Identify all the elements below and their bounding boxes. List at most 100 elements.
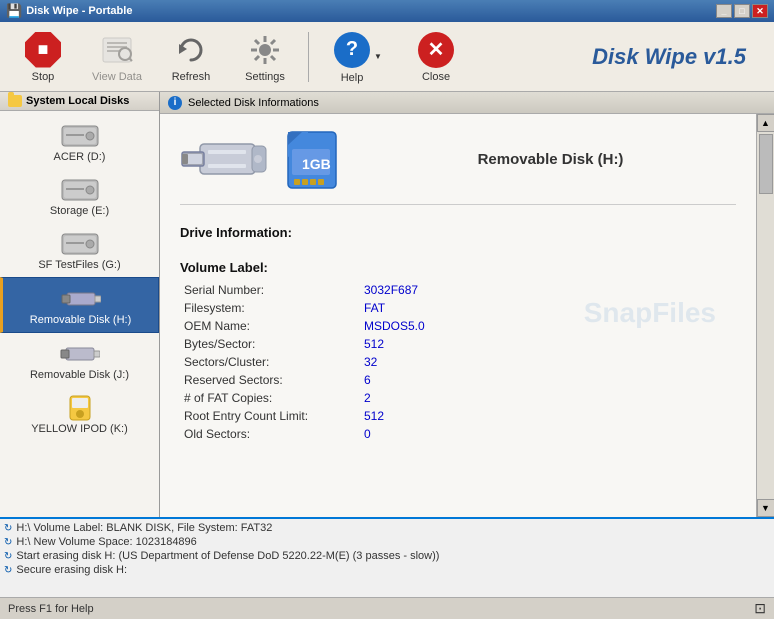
- close-icon: ✕: [418, 32, 454, 68]
- help-label: Help: [341, 72, 364, 84]
- disk-icon-sftestfiles: [60, 229, 100, 259]
- info-field-value: MSDOS5.0: [360, 317, 736, 335]
- usb-drive-visual: [180, 124, 270, 194]
- info-table-row: Serial Number:3032F687: [180, 281, 736, 299]
- log-icon: ↻: [4, 537, 12, 548]
- status-bar: Press F1 for Help ⊡: [0, 597, 774, 619]
- stop-button[interactable]: ■ Stop: [8, 26, 78, 88]
- disk-item-sftestfiles[interactable]: SF TestFiles (G:): [0, 223, 159, 277]
- panel-body: 1GB Removable Disk (H:) SnapFiles: [160, 114, 774, 517]
- view-data-icon-area: [97, 31, 137, 69]
- right-panel: i Selected Disk Informations: [160, 92, 774, 517]
- disk-item-yellow-ipod[interactable]: YELLOW IPOD (K:): [0, 387, 159, 441]
- hdd-icon-3: [60, 230, 100, 258]
- help-dropdown-arrow: ▼: [374, 52, 382, 61]
- stop-label: Stop: [32, 71, 55, 83]
- scroll-down-btn[interactable]: ▼: [757, 499, 774, 517]
- disk-icon-removable-h: [61, 284, 101, 314]
- disk-icon-yellow-ipod: [60, 393, 100, 423]
- info-field-label: Bytes/Sector:: [180, 335, 360, 353]
- panel-content[interactable]: 1GB Removable Disk (H:) SnapFiles: [160, 114, 756, 517]
- info-field-label: Old Sectors:: [180, 425, 360, 443]
- log-entry: ↻Start erasing disk H: (US Department of…: [4, 549, 770, 563]
- disk-icon-storage: [60, 175, 100, 205]
- title-bar: 💾 Disk Wipe - Portable _ □ ✕: [0, 0, 774, 22]
- toolbar: ■ Stop View Data Refresh: [0, 22, 774, 92]
- info-table-row: Bytes/Sector:512: [180, 335, 736, 353]
- disk-icon-removable-j: [60, 339, 100, 369]
- log-area: ↻H:\ Volume Label: BLANK DISK, File Syst…: [0, 517, 774, 597]
- log-icon: ↻: [4, 565, 12, 576]
- sidebar: System Local Disks ACER (D:): [0, 92, 160, 517]
- hdd-icon: [60, 122, 100, 150]
- maximize-button[interactable]: □: [734, 4, 750, 18]
- title-bar-buttons: _ □ ✕: [716, 4, 768, 18]
- right-scrollbar[interactable]: ▲ ▼: [756, 114, 774, 517]
- selected-disk-name: Removable Disk (H:): [365, 151, 736, 168]
- info-table: Serial Number:3032F687Filesystem:FATOEM …: [180, 281, 736, 443]
- refresh-button[interactable]: Refresh: [156, 26, 226, 88]
- help-button[interactable]: ? Help ▼: [317, 26, 397, 88]
- app-title: Disk Wipe v1.5: [592, 44, 766, 70]
- settings-button[interactable]: Settings: [230, 26, 300, 88]
- usb-small-icon: [61, 285, 101, 313]
- status-help-text: Press F1 for Help: [8, 603, 94, 615]
- disk-label-yellow-ipod: YELLOW IPOD (K:): [31, 423, 128, 435]
- settings-label: Settings: [245, 71, 285, 83]
- info-field-value: 512: [360, 335, 736, 353]
- info-field-value: 2: [360, 389, 736, 407]
- folder-icon: [8, 95, 22, 107]
- stop-icon-area: ■: [23, 31, 63, 69]
- info-table-row: Root Entry Count Limit:512: [180, 407, 736, 425]
- info-field-value: 0: [360, 425, 736, 443]
- close-window-button[interactable]: ✕: [752, 4, 768, 18]
- settings-icon-area: [245, 31, 285, 69]
- disk-item-acer[interactable]: ACER (D:): [0, 115, 159, 169]
- ipod-icon: [60, 394, 100, 422]
- view-data-label: View Data: [92, 71, 142, 83]
- info-field-label: Root Entry Count Limit:: [180, 407, 360, 425]
- minimize-button[interactable]: _: [716, 4, 732, 18]
- info-field-label: Filesystem:: [180, 299, 360, 317]
- scroll-up-btn[interactable]: ▲: [757, 114, 774, 132]
- disk-label-sftestfiles: SF TestFiles (G:): [38, 259, 120, 271]
- sidebar-header-text: System Local Disks: [26, 95, 129, 107]
- panel-header-text: Selected Disk Informations: [188, 97, 319, 109]
- disk-info-top: 1GB Removable Disk (H:) SnapFiles: [180, 124, 736, 205]
- info-field-label: # of FAT Copies:: [180, 389, 360, 407]
- log-entry: ↻H:\ New Volume Space: 1023184896: [4, 535, 770, 549]
- close-label: Close: [422, 71, 450, 83]
- refresh-icon: [173, 32, 209, 68]
- info-field-value: 6: [360, 371, 736, 389]
- info-table-row: # of FAT Copies:2: [180, 389, 736, 407]
- log-entry: ↻H:\ Volume Label: BLANK DISK, File Syst…: [4, 521, 770, 535]
- info-field-value: 3032F687: [360, 281, 736, 299]
- close-button[interactable]: ✕ Close: [401, 26, 471, 88]
- toolbar-separator: [308, 32, 309, 82]
- panel-header: i Selected Disk Informations: [160, 92, 774, 114]
- status-bar-right-icon: ⊡: [754, 600, 766, 617]
- main-area: System Local Disks ACER (D:): [0, 92, 774, 517]
- info-table-row: Old Sectors:0: [180, 425, 736, 443]
- disk-item-storage[interactable]: Storage (E:): [0, 169, 159, 223]
- refresh-label: Refresh: [172, 71, 211, 83]
- disk-item-removable-h[interactable]: Removable Disk (H:): [0, 277, 159, 333]
- disk-item-removable-j[interactable]: Removable Disk (J:): [0, 333, 159, 387]
- info-field-label: Serial Number:: [180, 281, 360, 299]
- info-field-value: FAT: [360, 299, 736, 317]
- view-data-icon: [99, 32, 135, 68]
- disk-label-storage: Storage (E:): [50, 205, 109, 217]
- info-table-row: OEM Name:MSDOS5.0: [180, 317, 736, 335]
- drive-info-heading: Drive Information:: [180, 225, 736, 240]
- log-icon: ↻: [4, 551, 12, 562]
- volume-label-heading: Volume Label:: [180, 260, 736, 275]
- scroll-thumb[interactable]: [759, 134, 773, 194]
- drive-info-section: Drive Information: Volume Label: Serial …: [180, 225, 736, 443]
- view-data-button[interactable]: View Data: [82, 26, 152, 88]
- content-wrapper: System Local Disks ACER (D:): [0, 92, 774, 619]
- info-table-row: Reserved Sectors:6: [180, 371, 736, 389]
- help-icon: ?: [334, 32, 370, 68]
- disk-list[interactable]: ACER (D:) Storage (E:): [0, 111, 159, 517]
- svg-text:1GB: 1GB: [302, 156, 331, 172]
- disk-visual: 1GB: [180, 124, 345, 194]
